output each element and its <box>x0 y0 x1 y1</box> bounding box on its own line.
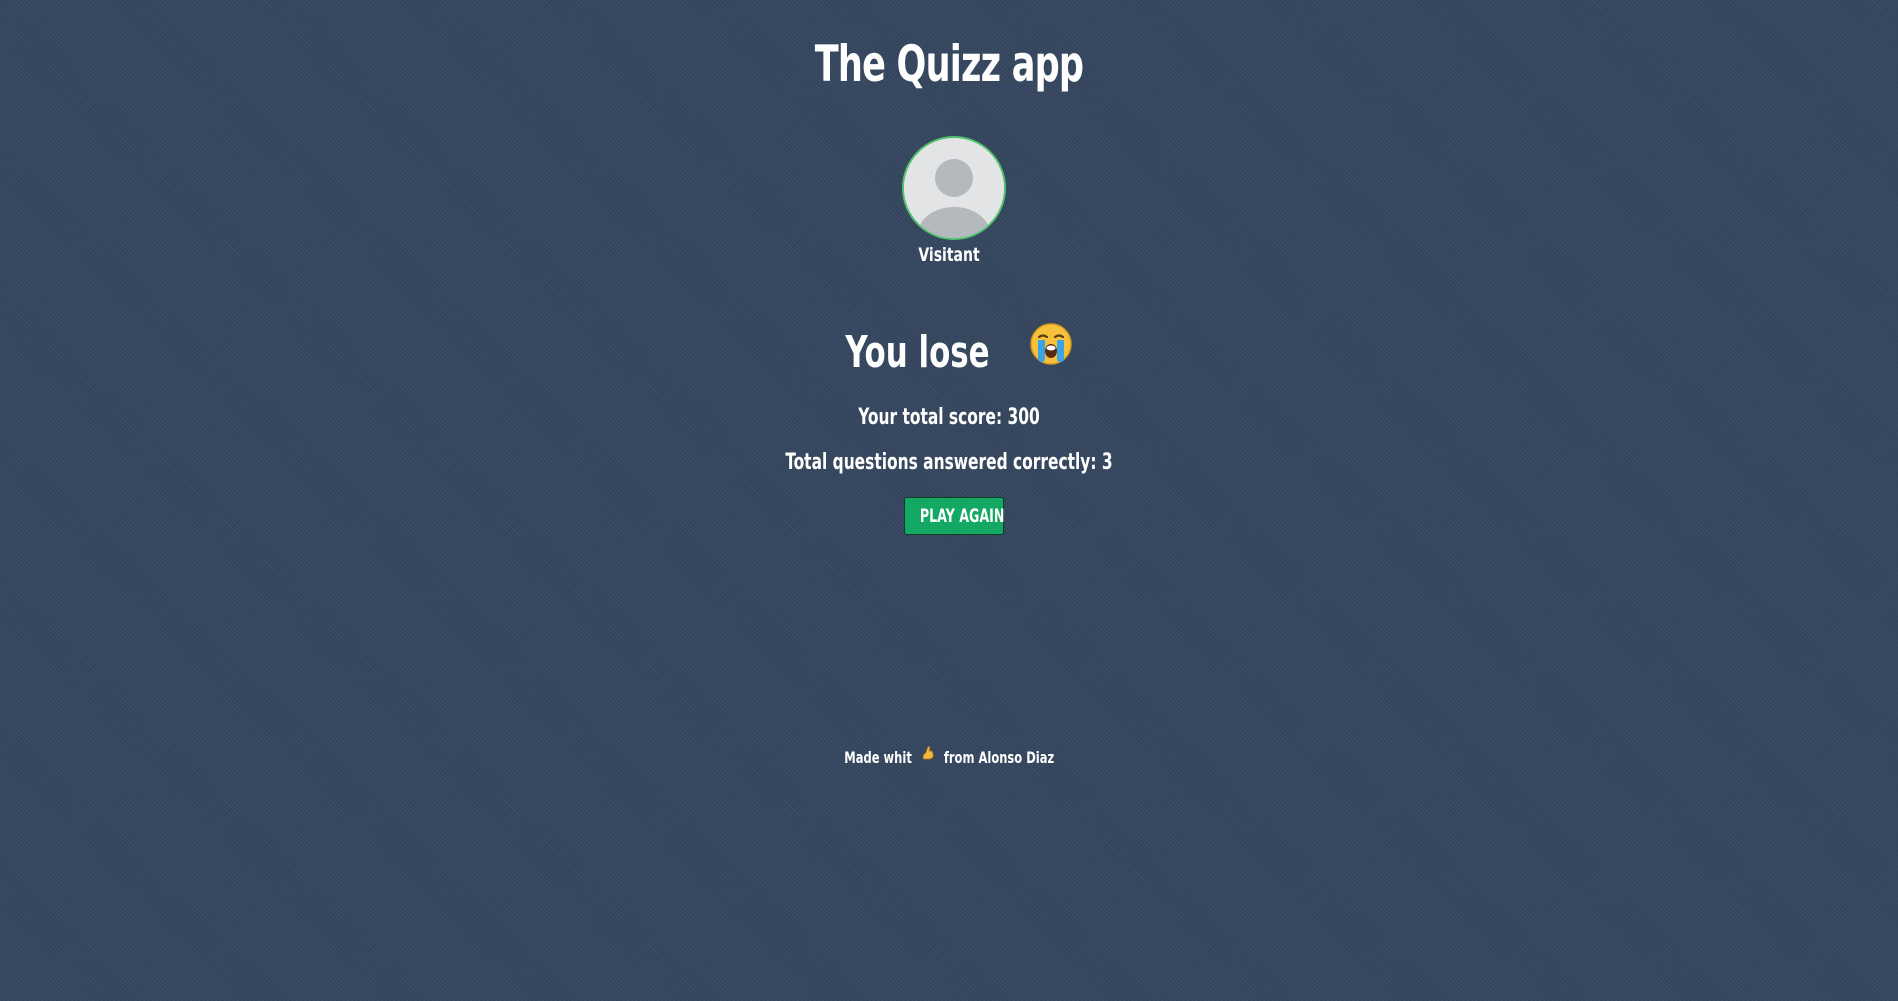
quiz-app: The Quizz app Visitant You lose Your tot… <box>0 0 1898 1001</box>
footer-prefix: Made whit <box>844 748 912 767</box>
correct-answers-count: Total questions answered correctly: 3 <box>785 450 1113 475</box>
footer: Made whit from Alonso Diaz <box>0 746 1898 771</box>
crying-face-icon <box>1029 322 1073 382</box>
result-heading: You lose <box>0 323 1898 385</box>
footer-suffix: from Alonso Diaz <box>943 748 1054 767</box>
play-again-label: PLAY AGAIN <box>919 505 1005 527</box>
play-again-button[interactable]: PLAY AGAIN <box>904 497 1004 535</box>
username-label: Visitant <box>918 244 980 266</box>
user-avatar <box>902 136 1006 240</box>
result-heading-text: You lose <box>844 327 990 378</box>
page-title: The Quizz app <box>814 35 1084 93</box>
default-user-icon <box>904 138 1004 238</box>
total-score: Your total score: 300 <box>858 405 1040 430</box>
flexed-biceps-icon <box>920 744 934 769</box>
